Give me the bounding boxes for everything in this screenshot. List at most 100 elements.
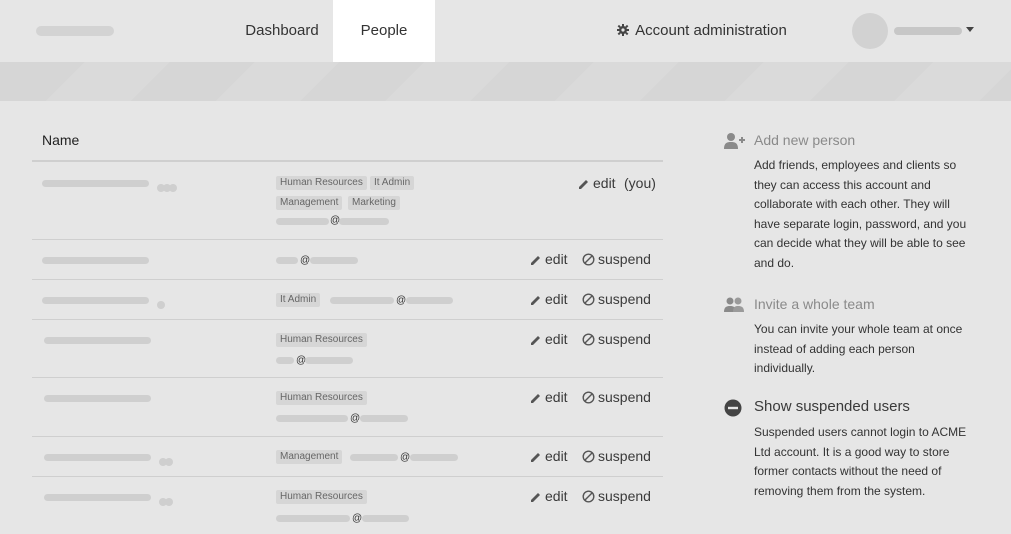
add-new-person-title: Add new person (754, 132, 856, 148)
email-at: @ (300, 255, 311, 266)
sidebar-add-person: Add new person Add friends, employees an… (724, 130, 984, 280)
email-domain (339, 218, 389, 225)
chevron-down-icon[interactable] (966, 27, 974, 32)
table-row: Human Resources @ edit suspend (32, 320, 663, 378)
group-tag: It Admin (276, 293, 321, 307)
email-user (276, 218, 329, 225)
sidebar-invite-team: Invite a whole team You can invite your … (724, 294, 984, 384)
add-new-person-link[interactable]: Add new person (724, 130, 984, 150)
email-at: @ (400, 452, 411, 463)
edit-button[interactable]: edit (530, 251, 568, 267)
table-row: @ edit suspend (32, 240, 663, 280)
invite-team-link[interactable]: Invite a whole team (724, 294, 984, 314)
edit-button[interactable]: edit (530, 389, 568, 405)
pencil-icon (531, 256, 540, 265)
email-domain (410, 454, 458, 461)
group-tag: Human Resources (276, 391, 367, 405)
email-user (276, 257, 298, 264)
nav-people[interactable]: People (333, 0, 435, 62)
show-suspended-users-title: Show suspended users (754, 398, 910, 415)
suspend-button[interactable]: suspend (582, 448, 651, 464)
status-dots (157, 296, 165, 309)
ban-icon (582, 293, 595, 306)
edit-button[interactable]: edit (530, 448, 568, 464)
person-name[interactable] (44, 337, 151, 344)
suspend-button[interactable]: suspend (582, 488, 651, 504)
table-row: Human Resources @ edit suspend (32, 477, 663, 533)
edit-button[interactable]: edit (530, 331, 568, 347)
nav-account-label: Account administration (635, 22, 787, 39)
person-name[interactable] (44, 494, 151, 501)
add-new-person-description: Add friends, employees and clients so th… (754, 158, 967, 270)
email-domain (362, 515, 409, 522)
email-user (350, 454, 398, 461)
people-table: Name Human Resources It Admin Management… (32, 120, 663, 533)
top-navigation-bar: Dashboard People Account administration (0, 0, 1011, 62)
email-domain (360, 415, 408, 422)
pencil-icon (531, 336, 540, 345)
status-dots (157, 179, 177, 192)
edit-button[interactable]: edit (530, 291, 568, 307)
invite-team-title: Invite a whole team (754, 296, 875, 312)
gear-icon (617, 24, 630, 36)
pencil-icon (531, 296, 540, 305)
pencil-icon (531, 394, 540, 403)
status-dots (159, 493, 173, 506)
pencil-icon (531, 453, 540, 462)
person-name[interactable] (42, 180, 149, 187)
avatar[interactable] (852, 13, 888, 49)
group-tag: It Admin (370, 176, 415, 190)
status-dots (159, 453, 173, 466)
table-row: It Admin @ edit suspend (32, 280, 663, 320)
ban-icon (582, 333, 595, 346)
ban-icon (582, 490, 595, 503)
nav-dashboard[interactable]: Dashboard (236, 0, 328, 62)
person-name[interactable] (44, 454, 151, 461)
email-user (276, 415, 348, 422)
show-suspended-users-link[interactable]: Show suspended users (724, 397, 984, 417)
edit-button[interactable]: edit (530, 488, 568, 504)
table-row: Human Resources It Admin Management Mark… (32, 162, 663, 240)
logo[interactable] (36, 26, 114, 36)
pencil-icon (579, 180, 588, 189)
ban-icon (582, 391, 595, 404)
email-domain (305, 357, 353, 364)
you-label: (you) (624, 175, 656, 191)
minus-circle-icon (724, 399, 742, 417)
email-at: @ (396, 295, 407, 306)
suspend-button[interactable]: suspend (582, 331, 651, 347)
email-user (330, 297, 394, 304)
email-at: @ (350, 413, 361, 424)
edit-button[interactable]: edit (578, 175, 616, 191)
table-row: Human Resources @ edit suspend (32, 378, 663, 437)
person-name[interactable] (42, 257, 149, 264)
table-row: Management @ edit suspend (32, 437, 663, 477)
column-header-name: Name (32, 120, 663, 162)
group-tag: Management (276, 450, 343, 464)
add-user-icon (724, 133, 745, 149)
group-tag: Human Resources (276, 490, 367, 504)
person-name[interactable] (42, 297, 149, 304)
pencil-icon (531, 493, 540, 502)
nav-account-administration[interactable]: Account administration (612, 0, 792, 62)
email-at: @ (352, 513, 363, 524)
group-tag: Marketing (348, 196, 400, 210)
ban-icon (582, 253, 595, 266)
invite-team-description: You can invite your whole team at once i… (754, 322, 963, 375)
user-menu[interactable] (894, 27, 962, 35)
ban-icon (582, 450, 595, 463)
suspend-button[interactable]: suspend (582, 389, 651, 405)
group-tag: Human Resources (276, 333, 367, 347)
header-banner (0, 62, 1011, 101)
suspend-button[interactable]: suspend (582, 291, 651, 307)
email-domain (406, 297, 453, 304)
suspend-button[interactable]: suspend (582, 251, 651, 267)
team-icon (724, 297, 744, 312)
sidebar-suspended-users: Show suspended users Suspended users can… (724, 397, 984, 507)
email-user (276, 357, 294, 364)
email-domain (310, 257, 358, 264)
group-tag: Human Resources (276, 176, 367, 190)
person-name[interactable] (44, 395, 151, 402)
email-user (276, 515, 350, 522)
suspended-users-description: Suspended users cannot login to ACME Ltd… (754, 425, 967, 498)
